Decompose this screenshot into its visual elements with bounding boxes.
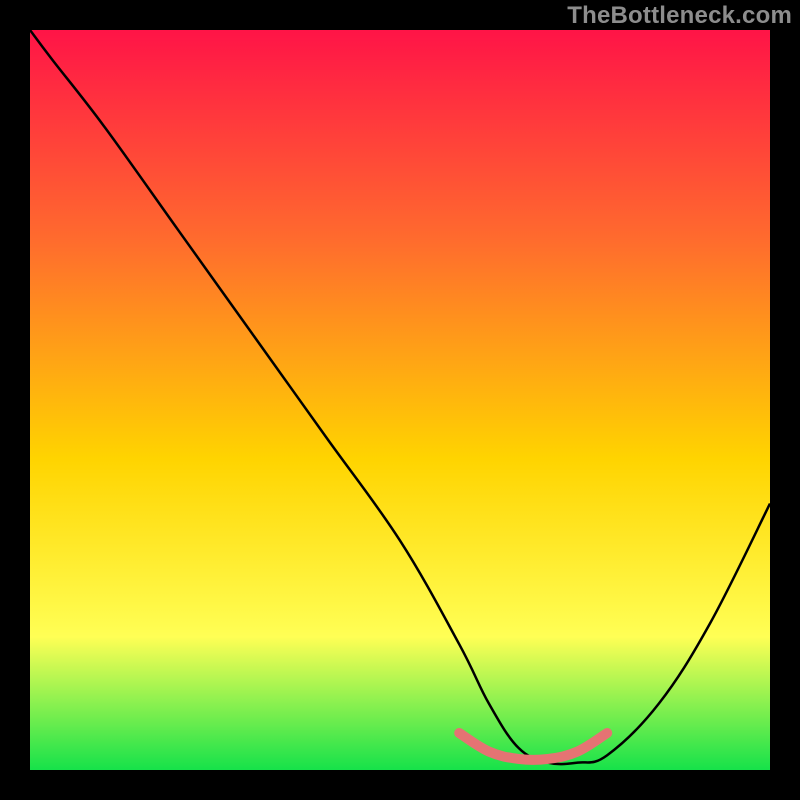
- plot-area: [30, 30, 770, 770]
- chart-stage: TheBottleneck.com: [0, 0, 800, 800]
- watermark-label: TheBottleneck.com: [567, 2, 792, 30]
- bottleneck-chart: [0, 0, 800, 800]
